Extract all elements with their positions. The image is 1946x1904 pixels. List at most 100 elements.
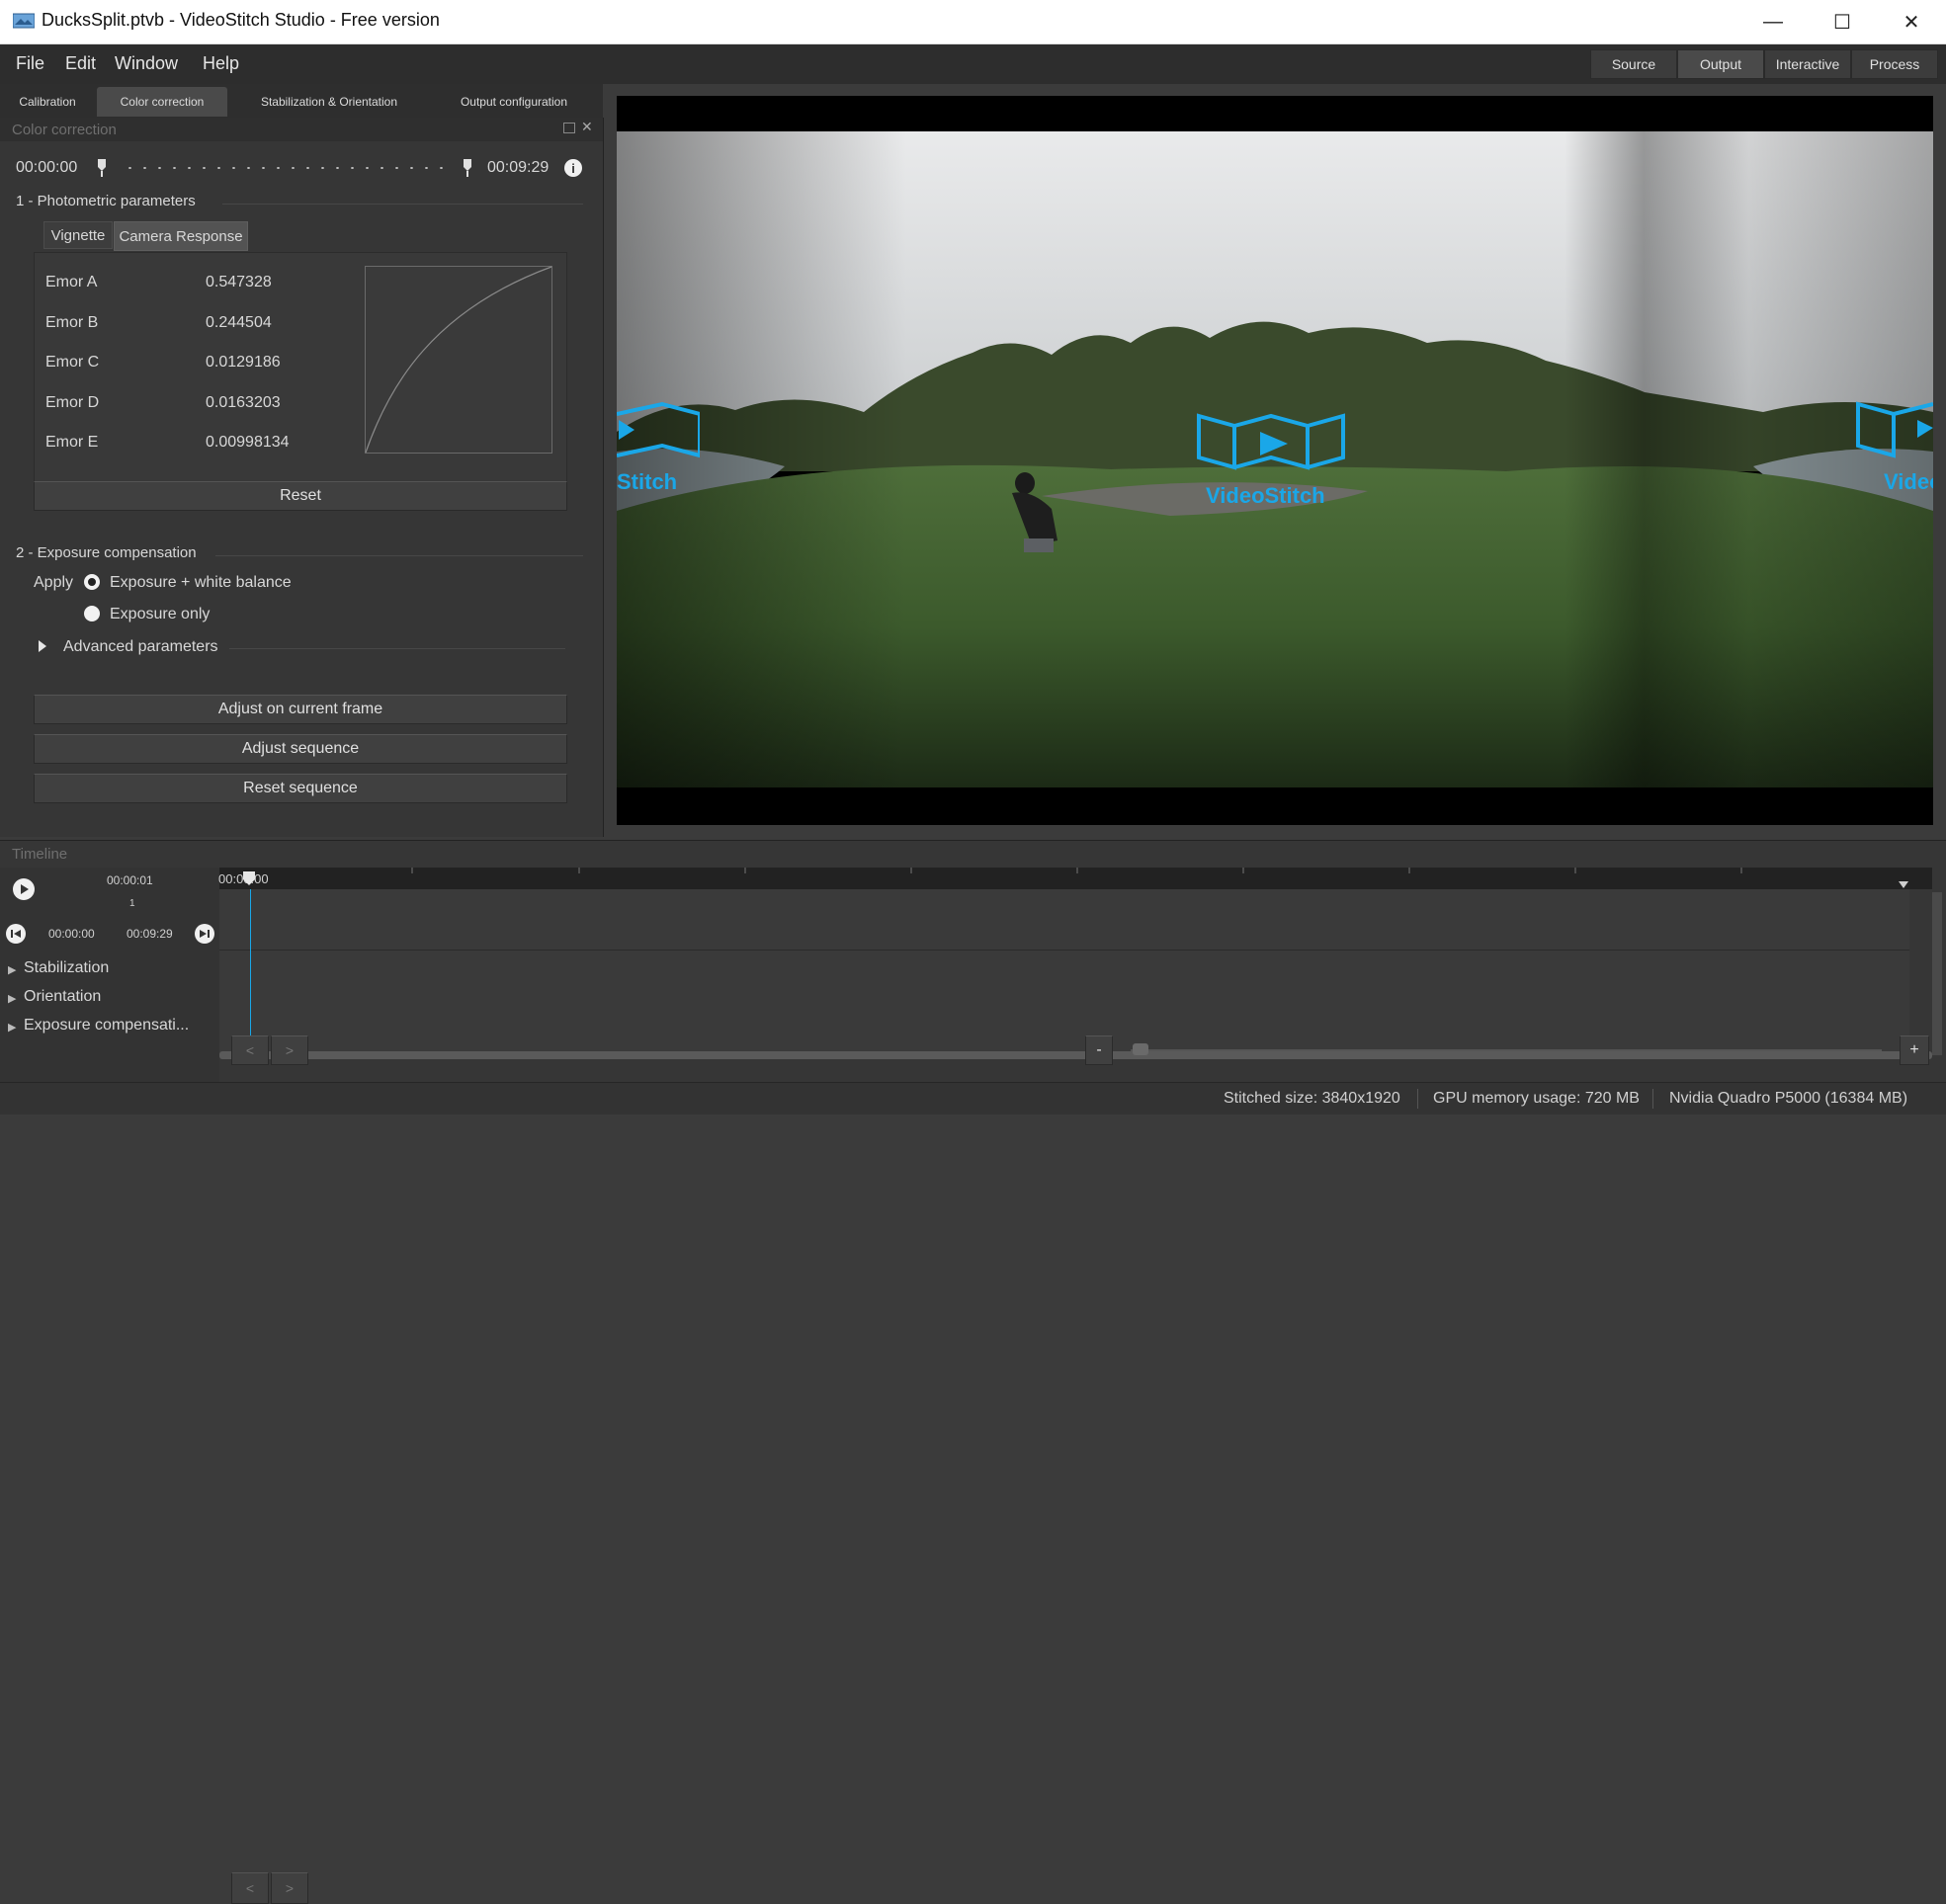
zoom-out-button[interactable]: - (1085, 1035, 1113, 1065)
mode-source-button[interactable]: Source (1590, 49, 1677, 79)
emor-c-label: Emor C (45, 354, 100, 371)
window-title: DucksSplit.ptvb - VideoStitch Studio - F… (42, 10, 440, 30)
app-icon (13, 13, 35, 29)
preview-viewport[interactable]: VideoStitch Stitch Video (617, 96, 1933, 825)
range-start-marker-icon[interactable] (96, 158, 108, 178)
radio-exposure-white-balance-label[interactable]: Exposure + white balance (110, 574, 292, 592)
adjust-sequence-button[interactable]: Adjust sequence (34, 734, 567, 764)
watermark-right-logo-icon (1856, 401, 1933, 458)
skip-back-icon (11, 930, 21, 938)
range-end-marker-icon[interactable] (462, 158, 473, 178)
range-start-time: 00:00:00 (16, 159, 78, 176)
expand-exposure-icon[interactable]: ▶ (8, 1021, 16, 1034)
radio-exposure-white-balance[interactable] (84, 574, 100, 590)
group-divider (222, 204, 583, 205)
radio-exposure-only[interactable] (84, 606, 100, 621)
timeline-tracks[interactable] (219, 889, 1909, 1054)
menu-file[interactable]: File (16, 53, 44, 74)
current-frame: 1 (129, 898, 135, 909)
vertical-scrollbar[interactable] (1932, 892, 1942, 1055)
current-time: 00:00:01 (107, 873, 153, 887)
photometric-group-title: 1 - Photometric parameters (16, 193, 196, 209)
radio-exposure-only-label[interactable]: Exposure only (110, 606, 210, 623)
title-bar: DucksSplit.ptvb - VideoStitch Studio - F… (0, 0, 1946, 44)
track-exposure-compensation[interactable]: Exposure compensati... (24, 1017, 189, 1035)
play-button[interactable] (13, 878, 35, 900)
status-bar: Stitched size: 3840x1920 GPU memory usag… (0, 1082, 1946, 1115)
playhead-marker-icon[interactable] (241, 870, 257, 890)
menu-bar: File Edit Window Help Source Output Inte… (0, 44, 1946, 84)
expand-stabilization-icon[interactable]: ▶ (8, 963, 16, 976)
expand-orientation-icon[interactable]: ▶ (8, 992, 16, 1005)
float-panel-icon[interactable] (563, 123, 575, 133)
maximize-button[interactable]: ☐ (1808, 0, 1877, 43)
track-orientation[interactable]: Orientation (24, 988, 101, 1006)
emor-d-label: Emor D (45, 394, 100, 411)
tab-output-configuration[interactable]: Output configuration (445, 87, 583, 117)
tab-bar: Calibration Color correction Stabilizati… (0, 84, 603, 118)
emor-c-value: 0.0129186 (206, 354, 281, 371)
go-to-end-button[interactable] (195, 924, 214, 944)
zoom-slider-handle[interactable] (1133, 1043, 1148, 1055)
emor-e-value: 0.00998134 (206, 434, 290, 451)
menu-help[interactable]: Help (203, 53, 239, 74)
track-stabilization[interactable]: Stabilization (24, 959, 109, 977)
horizontal-scrollbar[interactable] (219, 1051, 1932, 1059)
skip-forward-icon (200, 930, 210, 938)
stitched-size-status: Stitched size: 3840x1920 (1224, 1090, 1400, 1107)
go-to-start-button[interactable] (6, 924, 26, 944)
gpu-memory-status: GPU memory usage: 720 MB (1433, 1090, 1640, 1107)
range-end-time: 00:09:29 (487, 159, 550, 176)
gpu-name-status: Nvidia Quadro P5000 (16384 MB) (1669, 1090, 1908, 1107)
mode-output-button[interactable]: Output (1677, 49, 1764, 79)
reset-sequence-button[interactable]: Reset sequence (34, 774, 567, 803)
tab-color-correction[interactable]: Color correction (97, 87, 227, 117)
zoom-slider-track[interactable] (1131, 1049, 1882, 1051)
tab-calibration[interactable]: Calibration (6, 87, 89, 117)
status-divider (1652, 1089, 1653, 1109)
emor-a-label: Emor A (45, 274, 98, 290)
watermark-right-text: Video (1884, 469, 1933, 494)
menu-window[interactable]: Window (115, 53, 178, 74)
reset-button[interactable]: Reset (34, 481, 567, 511)
next-keyframe-button[interactable]: > (271, 1035, 308, 1065)
mode-process-button[interactable]: Process (1851, 49, 1938, 79)
emor-a-value: 0.547328 (206, 274, 272, 290)
close-panel-icon[interactable]: ✕ (581, 119, 593, 135)
zoom-in-button[interactable]: + (1900, 1035, 1929, 1065)
panel-title: Color correction (12, 122, 117, 138)
group-divider (215, 555, 583, 556)
watermark-left-text: Stitch (617, 469, 678, 494)
apply-label: Apply (34, 574, 74, 591)
mode-interactive-button[interactable]: Interactive (1764, 49, 1851, 79)
prev-keyframe-button[interactable]: < (231, 1035, 269, 1065)
emor-e-label: Emor E (45, 434, 99, 451)
tab-stabilization-orientation[interactable]: Stabilization & Orientation (247, 87, 411, 117)
prev-keyframe-button[interactable]: < (231, 1872, 269, 1904)
next-keyframe-button[interactable]: > (271, 1872, 308, 1904)
adjust-current-frame-button[interactable]: Adjust on current frame (34, 695, 567, 724)
watermark-text: VideoStitch (1206, 483, 1325, 508)
advanced-parameters-toggle[interactable]: Advanced parameters (63, 638, 218, 656)
watermark-left-logo-icon (617, 401, 700, 458)
emor-b-label: Emor B (45, 314, 99, 331)
status-divider (1417, 1089, 1418, 1109)
track-divider (219, 950, 1909, 951)
playhead-line (250, 889, 251, 1057)
timeline-title: Timeline (12, 846, 68, 863)
emor-d-value: 0.0163203 (206, 394, 281, 411)
group-divider (229, 648, 565, 649)
info-icon[interactable]: i (564, 159, 582, 177)
exposure-group-title: 2 - Exposure compensation (16, 544, 197, 561)
end-time: 00:09:29 (127, 927, 173, 941)
expand-triangle-icon[interactable] (38, 639, 47, 653)
emor-b-value: 0.244504 (206, 314, 272, 331)
subtab-camera-response[interactable]: Camera Response (114, 221, 248, 251)
close-button[interactable]: ✕ (1877, 0, 1946, 43)
menu-edit[interactable]: Edit (65, 53, 96, 74)
play-icon (21, 884, 29, 894)
subtab-vignette[interactable]: Vignette (43, 221, 113, 249)
start-time: 00:00:00 (48, 927, 95, 941)
minimize-button[interactable]: — (1738, 0, 1808, 43)
range-track[interactable] (123, 167, 449, 169)
